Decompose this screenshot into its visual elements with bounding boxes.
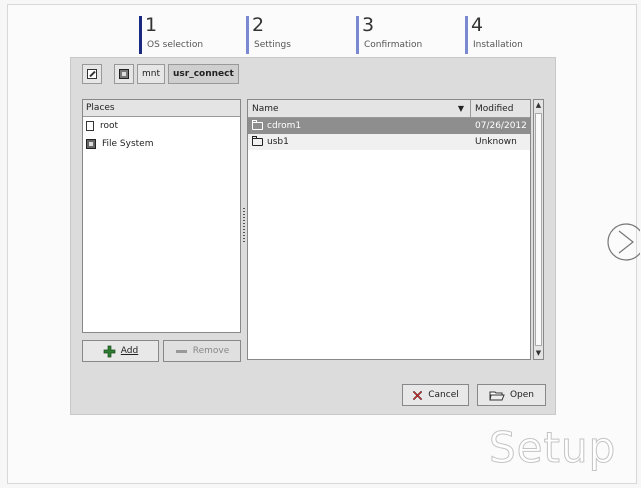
table-row[interactable]: cdrom1 07/26/2012 [248, 118, 530, 134]
file-name: usb1 [267, 137, 289, 147]
column-header-modified-label: Modified [475, 103, 514, 114]
places-item-root[interactable]: root [83, 117, 240, 135]
file-list-scrollbar[interactable]: ▲ ▼ [533, 99, 544, 360]
column-header-name-label: Name [252, 103, 279, 114]
remove-place-button[interactable]: Remove [163, 340, 241, 362]
places-header-label: Places [86, 103, 115, 113]
path-root-button[interactable] [114, 64, 134, 84]
step-label: Confirmation [364, 40, 423, 50]
table-row[interactable]: usb1 Unknown [248, 134, 530, 150]
chevron-right-icon [607, 223, 641, 261]
drive-icon [86, 139, 96, 149]
file-modified: 07/26/2012 [475, 121, 527, 131]
step-number: 4 [471, 14, 484, 36]
scroll-down-icon[interactable]: ▼ [534, 348, 543, 359]
path-segment-usr-connect[interactable]: usr_connect [168, 64, 239, 84]
file-list: Name ▼ Modified cdrom1 07/26/2012 usb1 U… [247, 99, 531, 360]
close-icon [412, 390, 423, 400]
path-segment-mnt[interactable]: mnt [137, 64, 165, 84]
minus-icon [175, 349, 187, 353]
step-number: 3 [362, 14, 375, 36]
open-button[interactable]: Open [477, 384, 546, 406]
cancel-label: Cancel [428, 390, 459, 400]
file-list-header: Name ▼ Modified [248, 100, 530, 118]
scroll-up-icon[interactable]: ▲ [534, 100, 543, 111]
remove-label: Remove [192, 346, 230, 356]
places-header[interactable]: Places [83, 100, 240, 117]
folder-open-icon [489, 391, 505, 400]
step-number: 2 [252, 14, 265, 36]
step-number: 1 [145, 14, 158, 36]
file-icon [86, 121, 94, 131]
folder-icon [252, 136, 263, 146]
places-item-label: root [100, 121, 119, 131]
file-name: cdrom1 [267, 121, 302, 131]
edit-location-button[interactable] [82, 64, 102, 84]
places-item-label: File System [102, 139, 154, 149]
next-button[interactable] [604, 222, 641, 262]
places-panel: Places root File System [82, 99, 241, 333]
column-header-modified[interactable]: Modified [471, 100, 530, 117]
file-name-cell: usb1 [248, 136, 471, 147]
open-label: Open [509, 390, 535, 400]
cancel-button[interactable]: Cancel [402, 384, 469, 406]
add-label: Add [120, 346, 139, 356]
file-name-cell: cdrom1 [248, 120, 471, 131]
pane-splitter-handle[interactable] [243, 208, 245, 242]
file-chooser-dialog: mnt usr_connect Places root File System … [70, 57, 556, 415]
path-bar: mnt usr_connect [82, 64, 239, 84]
step-label: Settings [254, 40, 291, 50]
file-modified: Unknown [475, 137, 517, 147]
step-indicator [356, 16, 359, 54]
step-label: Installation [473, 40, 523, 50]
scrollbar-thumb[interactable] [535, 113, 542, 346]
places-item-file-system[interactable]: File System [83, 135, 240, 153]
setup-brand-text: Setup [488, 423, 617, 472]
drive-icon [119, 69, 129, 79]
plus-icon [103, 345, 116, 357]
step-indicator [246, 16, 249, 54]
add-place-button[interactable]: Add [82, 340, 159, 362]
folder-icon [252, 120, 263, 130]
edit-icon [87, 69, 97, 79]
step-indicator [465, 16, 468, 54]
step-indicator [139, 16, 142, 54]
column-header-name[interactable]: Name ▼ [248, 100, 471, 117]
step-label: OS selection [147, 40, 204, 50]
sort-down-icon: ▼ [457, 104, 464, 113]
